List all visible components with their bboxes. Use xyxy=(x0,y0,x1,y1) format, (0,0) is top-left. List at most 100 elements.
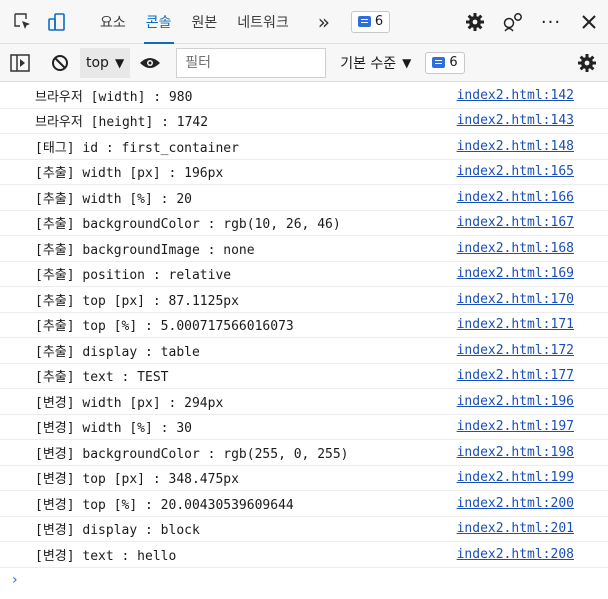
source-link[interactable]: index2.html:148 xyxy=(457,139,574,154)
log-message: 브라우저 [height] : 1742 xyxy=(35,115,209,131)
log-row: [추출] backgroundColor : rgb(10, 26, 46) in… xyxy=(0,211,608,236)
tab-network-label: 네트워크 xyxy=(237,14,289,31)
log-message: [추출] text : TEST xyxy=(35,370,169,386)
source-link[interactable]: index2.html:143 xyxy=(457,113,574,128)
log-row: [변경] text : hello index2.html:208 xyxy=(0,542,608,568)
share-nodes-icon xyxy=(503,13,522,32)
log-row: [추출] text : TEST index2.html:177 xyxy=(0,364,608,389)
sidebar-toggle-icon xyxy=(10,53,30,72)
log-row: [추출] width [px] : 196px index2.html:165 xyxy=(0,160,608,185)
log-message: [변경] top [px] : 348.475px xyxy=(35,472,239,488)
source-link[interactable]: index2.html:172 xyxy=(457,343,574,358)
source-link[interactable]: index2.html:199 xyxy=(457,470,574,485)
filter-box xyxy=(176,47,327,78)
clear-console-button[interactable] xyxy=(40,44,80,82)
message-icon xyxy=(432,57,446,68)
device-emulation-icon[interactable] xyxy=(40,0,74,44)
tab-network[interactable]: 네트워크 xyxy=(227,0,299,44)
log-row: [변경] top [px] : 348.475px index2.html:199 xyxy=(0,466,608,491)
log-row: [변경] width [px] : 294px index2.html:196 xyxy=(0,389,608,415)
context-value: top xyxy=(86,54,109,71)
message-icon xyxy=(357,16,371,27)
log-message: 브라우저 [width] : 980 xyxy=(35,89,193,105)
toggle-sidebar-button[interactable] xyxy=(0,44,40,82)
source-link[interactable]: index2.html:177 xyxy=(457,368,574,383)
prompt-chevron-icon: › xyxy=(12,571,18,588)
log-row: 브라우저 [width] : 980 index2.html:142 xyxy=(0,83,608,109)
log-row: [추출] backgroundImage : none index2.html:1… xyxy=(0,236,608,262)
log-message: [변경] width [px] : 294px xyxy=(35,395,224,411)
console-log-area: 브라우저 [width] : 980 index2.html:142 브라우저 [… xyxy=(0,83,608,592)
clear-block-icon xyxy=(52,54,68,71)
devtools-tab-bar: 요소 콘솔 원본 네트워크 » 6 ··· xyxy=(0,0,608,44)
log-message: [추출] position : relative xyxy=(35,268,232,284)
tab-console-label: 콘솔 xyxy=(145,14,172,31)
log-message: [추출] backgroundColor : rgb(10, 26, 46) xyxy=(35,217,341,233)
log-levels-dropdown[interactable]: 기본 수준 ▼ xyxy=(336,48,415,78)
connected-devices-button[interactable] xyxy=(494,0,532,44)
settings-gear-button[interactable] xyxy=(456,0,494,44)
log-row: [변경] backgroundColor : rgb(255, 0, 255) i… xyxy=(0,440,608,466)
source-link[interactable]: index2.html:170 xyxy=(457,292,574,307)
log-message: [변경] width [%] : 30 xyxy=(35,421,192,437)
log-row: [태그] id : first_container index2.html:148 xyxy=(0,134,608,160)
close-icon xyxy=(582,15,596,29)
source-link[interactable]: index2.html:196 xyxy=(457,394,574,409)
source-link[interactable]: index2.html:208 xyxy=(457,547,574,562)
source-link[interactable]: index2.html:142 xyxy=(457,88,574,103)
message-count-badge[interactable]: 6 xyxy=(425,51,465,74)
log-message: [추출] top [px] : 87.1125px xyxy=(35,293,239,309)
log-message: [추출] display : table xyxy=(35,344,200,360)
log-row: [변경] display : block index2.html:201 xyxy=(0,517,608,542)
log-message: [변경] backgroundColor : rgb(255, 0, 255) xyxy=(35,446,349,462)
chevron-down-icon: ▼ xyxy=(402,55,412,70)
eye-icon xyxy=(140,57,161,68)
more-tabs-button[interactable]: » xyxy=(309,0,339,44)
log-message: [추출] width [%] : 20 xyxy=(35,191,192,207)
log-row: [변경] width [%] : 30 index2.html:197 xyxy=(0,415,608,440)
tab-sources-label: 원본 xyxy=(191,14,218,31)
tab-console[interactable]: 콘솔 xyxy=(136,0,182,44)
source-link[interactable]: index2.html:198 xyxy=(457,445,574,460)
console-settings-button[interactable] xyxy=(572,44,602,82)
log-levels-label: 기본 수준 xyxy=(340,55,397,72)
close-devtools-button[interactable] xyxy=(570,0,608,44)
log-row: [추출] top [%] : 5.000717566016073 index2.h… xyxy=(0,313,608,338)
log-message: [추출] top [%] : 5.000717566016073 xyxy=(35,319,294,335)
log-row: [변경] top [%] : 20.00430539609644 index2.h… xyxy=(0,491,608,517)
source-link[interactable]: index2.html:165 xyxy=(457,164,574,179)
source-link[interactable]: index2.html:169 xyxy=(457,266,574,281)
gear-icon xyxy=(578,54,596,72)
source-link[interactable]: index2.html:200 xyxy=(457,496,574,511)
issues-count: 6 xyxy=(374,14,384,29)
gear-icon xyxy=(466,13,484,31)
log-message: [변경] top [%] : 20.00430539609644 xyxy=(35,497,294,513)
source-link[interactable]: index2.html:167 xyxy=(457,215,574,230)
source-link[interactable]: index2.html:166 xyxy=(457,190,574,205)
chevron-double-right-icon: » xyxy=(317,9,330,34)
console-prompt[interactable]: › xyxy=(0,568,608,592)
filter-input[interactable] xyxy=(185,54,318,71)
log-message: [변경] display : block xyxy=(35,523,200,539)
log-row: [추출] top [px] : 87.1125px index2.html:170 xyxy=(0,287,608,313)
chevron-down-icon: ▼ xyxy=(114,55,125,70)
log-row: [추출] width [%] : 20 index2.html:166 xyxy=(0,185,608,211)
log-message: [변경] text : hello xyxy=(35,548,177,564)
source-link[interactable]: index2.html:168 xyxy=(457,241,574,256)
tabbar-right-icons: ··· xyxy=(456,0,608,44)
tab-elements[interactable]: 요소 xyxy=(90,0,136,44)
more-options-button[interactable]: ··· xyxy=(532,0,570,44)
context-selector[interactable]: top ▼ xyxy=(80,47,131,78)
log-message: [추출] width [px] : 196px xyxy=(35,166,224,182)
inspect-element-icon[interactable] xyxy=(6,0,40,44)
source-link[interactable]: index2.html:197 xyxy=(457,419,574,434)
log-row: [추출] position : relative index2.html:169 xyxy=(0,262,608,287)
log-row: 브라우저 [height] : 1742 index2.html:143 xyxy=(0,109,608,134)
tab-sources[interactable]: 원본 xyxy=(182,0,228,44)
tab-elements-label: 요소 xyxy=(100,14,126,31)
console-toolbar: top ▼ 기본 수준 ▼ 6 xyxy=(0,44,608,82)
issues-badge[interactable]: 6 xyxy=(350,10,391,33)
source-link[interactable]: index2.html:201 xyxy=(457,521,574,536)
source-link[interactable]: index2.html:171 xyxy=(457,317,574,332)
live-expression-button[interactable] xyxy=(130,44,170,82)
